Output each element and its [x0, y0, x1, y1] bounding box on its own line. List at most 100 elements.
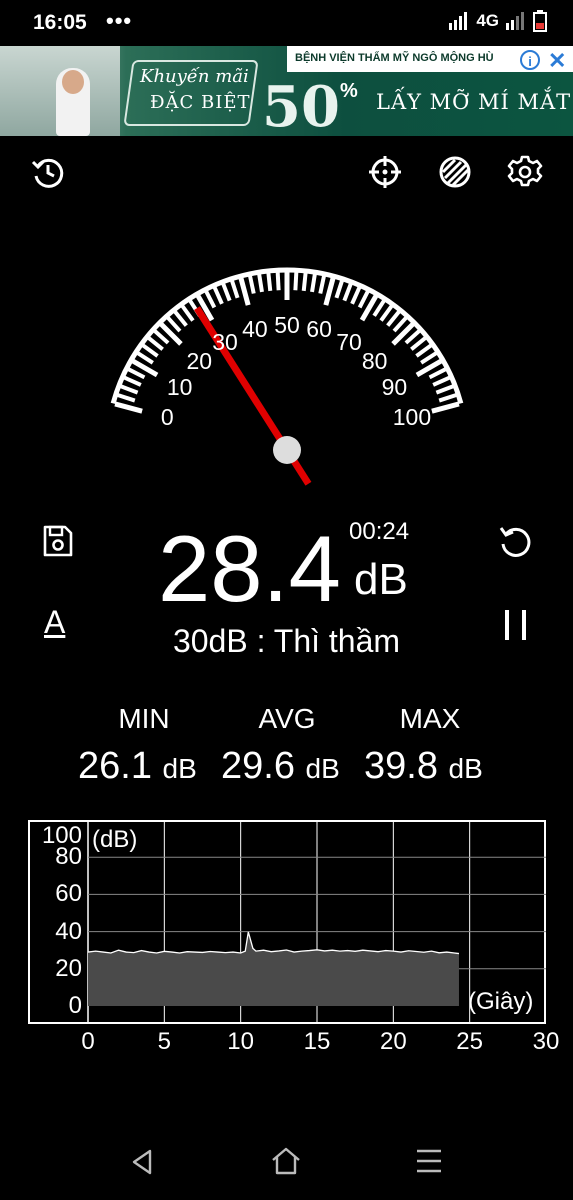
gauge-minor-tick — [379, 304, 394, 322]
avg-value: 29.6 dB — [221, 745, 340, 788]
chart-y-tick: 0 — [68, 992, 82, 1019]
calibrate-icon[interactable] — [437, 154, 473, 190]
chart-y-tick: 40 — [55, 917, 82, 945]
ad-tagline: LẤY MỠ MÍ MẮT — [376, 90, 572, 114]
gauge-minor-tick — [415, 343, 433, 358]
chart-y-tick: 60 — [55, 880, 82, 908]
chart-y-label: (dB) — [92, 826, 138, 853]
status-more-icon: ••• — [106, 8, 133, 33]
max-value-unit: dB — [448, 753, 483, 784]
ad-banner[interactable]: Khuyến mãi ĐẶC BIỆT 50 % LẤY MỠ MÍ MẮT B… — [0, 46, 573, 136]
gauge-minor-tick — [275, 272, 281, 291]
gauge-minor-tick — [266, 272, 273, 292]
gauge-minor-tick — [420, 351, 438, 365]
min-value-number: 26.1 — [78, 745, 152, 787]
save-icon[interactable] — [42, 524, 74, 558]
gauge-minor-tick — [435, 384, 454, 395]
chart-x-tick: 30 — [532, 1028, 560, 1055]
home-icon[interactable] — [270, 1146, 302, 1176]
reading-unit: dB — [354, 555, 408, 604]
chart-x-label: (Giây) — [468, 988, 534, 1015]
gauge-minor-tick — [357, 290, 370, 309]
gauge-minor-tick — [350, 286, 362, 305]
gauge-minor-tick — [127, 367, 146, 380]
avg-value-number: 29.6 — [221, 745, 295, 787]
signal-icon — [449, 12, 468, 30]
gauge-minor-tick — [117, 393, 136, 403]
info-icon[interactable]: i — [520, 50, 540, 70]
gauge-minor-tick — [334, 280, 344, 299]
chart-x-tick: 0 — [81, 1028, 95, 1055]
noise-description: 30dB : Thì thầm — [172, 623, 401, 659]
ad-promo-line1: Khuyến mãi — [140, 66, 249, 87]
chart-x-tick: 10 — [227, 1028, 254, 1055]
gauge-minor-tick — [432, 375, 451, 387]
max-value-number: 39.8 — [364, 745, 438, 787]
status-time: 16:05 — [33, 11, 87, 34]
back-icon[interactable] — [130, 1148, 154, 1176]
gauge-major-tick — [323, 277, 336, 306]
gauge-major-tick — [238, 277, 251, 306]
ad-header-text: BỆNH VIỆN THẨM MỸ NGÔ MỘNG HÙ — [295, 52, 494, 64]
close-icon[interactable]: ✕ — [548, 48, 566, 74]
gauge-minor-tick — [123, 375, 142, 387]
gauge-minor-tick — [141, 343, 159, 358]
gauge-major-tick — [431, 401, 460, 414]
gauge-minor-tick — [166, 316, 182, 333]
gauge-minor-tick — [230, 280, 240, 299]
min-value: 26.1 dB — [78, 745, 197, 788]
gauge-minor-tick — [173, 310, 188, 327]
ad-promo-line2: ĐẶC BIỆT — [150, 92, 251, 113]
ad-percent: % — [340, 80, 358, 102]
crosshair-icon[interactable] — [367, 154, 403, 190]
gauge-minor-tick — [310, 273, 317, 293]
gauge-label: 0 — [160, 403, 174, 430]
gauge-hub — [273, 436, 301, 464]
ad-person-head — [62, 70, 84, 94]
elapsed-time: 00:24 — [349, 518, 410, 545]
gauge-minor-tick — [257, 273, 264, 293]
history-icon[interactable] — [30, 154, 66, 190]
min-label: MIN — [118, 703, 170, 734]
gauge-label: 70 — [336, 328, 362, 355]
gauge-minor-tick — [293, 272, 299, 291]
gauge-label: 60 — [306, 316, 332, 343]
status-bar: 16:05 ••• 4G — [0, 0, 573, 46]
chart-x-tick: 15 — [303, 1028, 331, 1055]
gauge-minor-tick — [372, 299, 386, 317]
status-indicators: 4G — [448, 10, 547, 32]
chart-x-tick: 20 — [379, 1028, 407, 1055]
gauge-minor-tick — [386, 310, 401, 327]
avg-label: AVG — [258, 703, 316, 734]
gauge-minor-tick — [342, 283, 353, 302]
gauge-label: 80 — [361, 348, 388, 375]
chart-y-tick: 100 — [41, 822, 82, 849]
gauge-minor-tick — [438, 393, 457, 403]
chart-x-tick: 5 — [157, 1028, 171, 1055]
gauge-minor-tick — [318, 275, 326, 294]
gauge-minor-tick — [392, 316, 408, 333]
gauge-minor-tick — [153, 329, 170, 345]
gauge-minor-tick — [180, 304, 195, 322]
gauge-label: 90 — [381, 374, 408, 400]
gauge-label: 10 — [166, 374, 193, 400]
battery-icon — [533, 10, 547, 32]
gauge-minor-tick — [248, 275, 256, 294]
gauge-minor-tick — [410, 336, 427, 351]
menu-icon[interactable] — [415, 1148, 443, 1174]
sound-gauge — [110, 267, 464, 486]
chart-y-tick: 20 — [55, 954, 82, 982]
max-value: 39.8 dB — [364, 745, 483, 788]
gauge-label: 40 — [242, 316, 268, 343]
reset-icon[interactable] — [498, 524, 534, 560]
min-value-unit: dB — [162, 753, 197, 784]
gauge-label: 20 — [186, 348, 213, 375]
gauge-minor-tick — [428, 367, 447, 380]
ad-discount: 50 — [262, 74, 340, 136]
settings-icon[interactable] — [507, 154, 543, 190]
system-navbar — [0, 1120, 573, 1200]
gauge-minor-tick — [404, 329, 421, 345]
gauge-label: 50 — [274, 312, 300, 338]
gauge-label: 100 — [392, 403, 432, 430]
network-type: 4G — [476, 11, 499, 30]
